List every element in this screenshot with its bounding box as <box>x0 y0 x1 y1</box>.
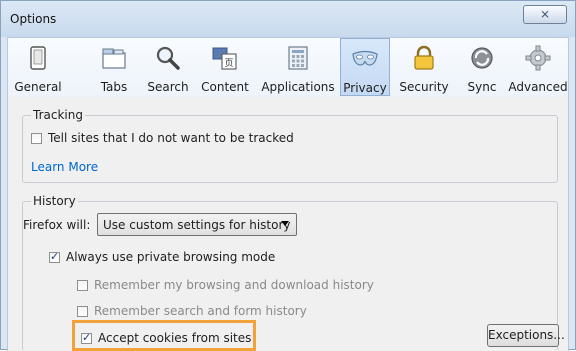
remember-browsing-label: Remember my browsing and download histor… <box>94 278 374 292</box>
tabs-icon <box>102 48 126 69</box>
chevron-down-icon <box>281 221 289 226</box>
history-legend: History <box>31 194 78 208</box>
tab-applications[interactable]: Applications <box>260 38 336 96</box>
tab-sync[interactable]: Sync <box>462 38 502 96</box>
tab-general-label: General <box>14 80 62 94</box>
content-icon: 页 <box>212 47 237 70</box>
tab-content-label: Content <box>201 80 249 94</box>
remember-search-box[interactable] <box>77 305 88 317</box>
preferences-toolbar: General Tabs Search 页 Content Applicatio… <box>7 37 569 97</box>
title-bar: Options ⨯ <box>1 1 575 37</box>
tab-advanced[interactable]: Advanced <box>508 38 568 96</box>
do-not-track-box[interactable] <box>31 132 42 144</box>
firefox-will-label: Firefox will: <box>23 218 91 232</box>
remember-browsing-box[interactable] <box>77 279 88 291</box>
tab-tabs-label: Tabs <box>100 80 128 94</box>
learn-more-link[interactable]: Learn More <box>31 160 98 174</box>
private-browsing-checkbox[interactable]: Always use private browsing mode <box>49 250 275 264</box>
tracking-legend: Tracking <box>31 108 85 122</box>
tracking-group: Tracking Tell sites that I do not want t… <box>22 108 558 183</box>
applications-icon <box>288 46 308 70</box>
private-browsing-box[interactable] <box>49 250 60 263</box>
svg-text:页: 页 <box>224 58 233 69</box>
exceptions-button[interactable]: Exceptions... <box>487 324 565 347</box>
do-not-track-label: Tell sites that I do not want to be trac… <box>48 131 294 145</box>
cookie-option-highlight <box>72 320 256 351</box>
tab-security-label: Security <box>399 80 449 94</box>
private-browsing-label: Always use private browsing mode <box>66 250 276 264</box>
tab-content[interactable]: 页 Content <box>198 38 252 96</box>
tab-security[interactable]: Security <box>396 38 452 96</box>
do-not-track-checkbox[interactable]: Tell sites that I do not want to be trac… <box>31 131 294 145</box>
tab-applications-label: Applications <box>261 80 335 94</box>
history-mode-value: Use custom settings for history <box>103 217 291 232</box>
tab-general[interactable]: General <box>12 38 64 96</box>
options-window: Options ⨯ General Tabs Search 页 Content … <box>0 0 576 351</box>
close-icon: ⨯ <box>539 7 551 21</box>
remember-search-checkbox[interactable]: Remember search and form history <box>77 304 307 318</box>
history-mode-select[interactable]: Use custom settings for history <box>97 213 297 236</box>
sync-icon <box>471 47 493 69</box>
search-icon <box>156 46 180 70</box>
tab-privacy[interactable]: Privacy <box>340 38 390 96</box>
tab-advanced-label: Advanced <box>508 80 568 94</box>
tab-sync-label: Sync <box>467 80 497 94</box>
tab-tabs[interactable]: Tabs <box>94 38 134 96</box>
remember-browsing-checkbox[interactable]: Remember my browsing and download histor… <box>77 278 374 292</box>
tab-privacy-label: Privacy <box>343 81 387 95</box>
close-button[interactable]: ⨯ <box>523 5 567 24</box>
general-icon <box>30 46 46 70</box>
window-title: Options <box>10 12 57 26</box>
lock-icon <box>414 45 434 70</box>
privacy-pane: Tracking Tell sites that I do not want t… <box>7 97 569 351</box>
tab-search-label: Search <box>147 80 189 94</box>
tab-search[interactable]: Search <box>146 38 190 96</box>
remember-search-label: Remember search and form history <box>94 304 307 318</box>
gear-icon <box>525 45 551 71</box>
privacy-mask-icon <box>352 50 378 66</box>
